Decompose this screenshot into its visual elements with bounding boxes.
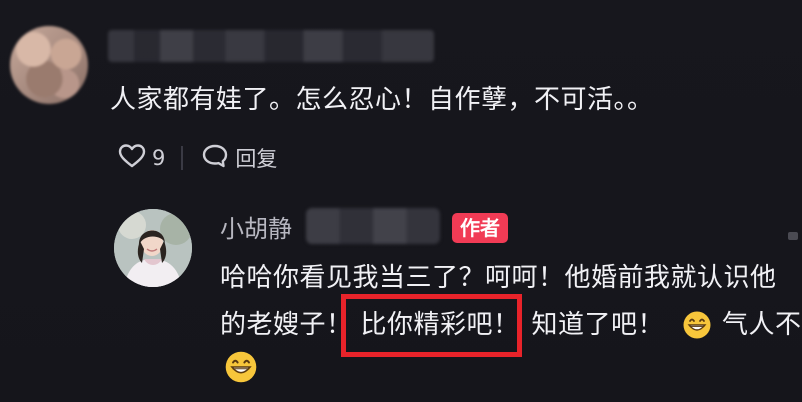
grinning-emoji-icon — [224, 350, 257, 383]
author-username[interactable]: 小胡静 — [220, 212, 292, 246]
reply-text-segment: 气人不 — [722, 310, 802, 340]
author-badge: 作者 — [452, 213, 508, 243]
speech-bubble-icon — [201, 143, 229, 174]
action-divider — [181, 146, 184, 170]
reply-button[interactable]: 回复 — [201, 143, 277, 174]
like-count: 9 — [152, 146, 166, 170]
red-highlight-box — [341, 294, 522, 357]
reply-text-line-1: 哈哈你看见我当三了？呵呵！他婚前我就认识他 — [220, 263, 777, 293]
reply-text-segment: 知道了吧！ — [531, 310, 665, 340]
reply-text-line-3 — [224, 350, 257, 383]
scroll-edge-mark — [788, 232, 798, 240]
comment-thread: 人家都有娃了。怎么忍心！自作孽，不可活。。 9 回复 小胡静 作者 哈哈你看见我… — [0, 0, 802, 402]
commenter-name-redacted — [108, 30, 434, 62]
commenter-avatar[interactable] — [10, 26, 88, 104]
comment-actions: 9 回复 — [118, 140, 277, 176]
like-button[interactable]: 9 — [118, 143, 165, 174]
author-name-redacted — [306, 208, 440, 244]
heart-icon — [118, 143, 146, 174]
author-avatar[interactable] — [114, 209, 192, 287]
reply-text-segment: 的老嫂子！ — [220, 310, 353, 340]
comment-text: 人家都有娃了。怎么忍心！自作孽，不可活。。 — [110, 85, 654, 115]
grinning-emoji-icon — [682, 310, 712, 340]
reply-label: 回复 — [235, 147, 278, 171]
